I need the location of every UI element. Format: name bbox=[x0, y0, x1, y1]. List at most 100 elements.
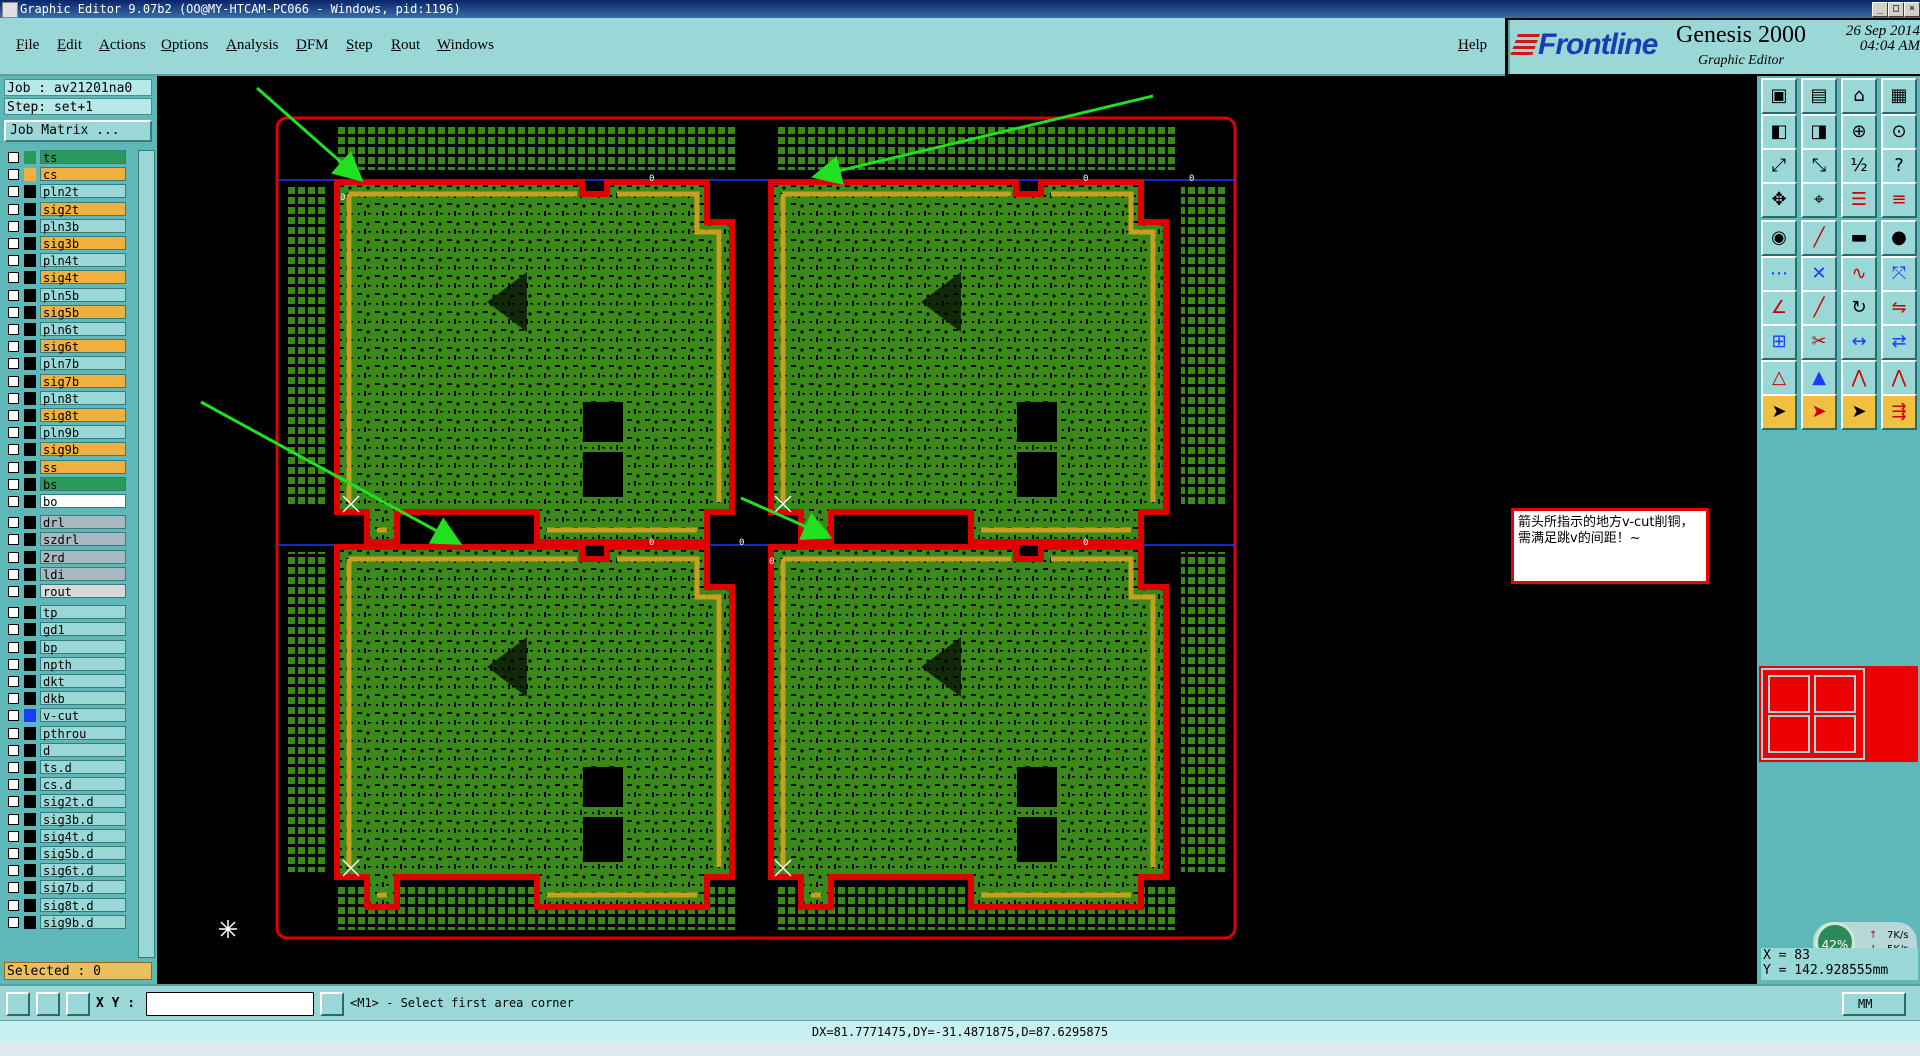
layer-name[interactable]: 2rd bbox=[40, 549, 126, 565]
layer-checkbox[interactable] bbox=[8, 899, 19, 911]
layer-name[interactable]: pln5b bbox=[40, 287, 126, 303]
layer-row[interactable]: 2rd bbox=[4, 549, 134, 565]
layer-row[interactable]: v-cut bbox=[4, 708, 134, 723]
layer-name[interactable]: pthrou bbox=[40, 725, 126, 741]
layer-name[interactable]: sig5b.d bbox=[40, 846, 126, 861]
layer-name[interactable]: npth bbox=[40, 656, 126, 672]
layers-icon[interactable]: ☰ bbox=[1841, 182, 1877, 218]
close-button[interactable]: × bbox=[1904, 2, 1920, 17]
pad-icon[interactable]: ◉ bbox=[1761, 220, 1797, 256]
select-arrow-box-icon[interactable]: ➤ bbox=[1801, 394, 1837, 430]
layer-checkbox[interactable] bbox=[8, 882, 19, 894]
layer-row[interactable]: pln3b bbox=[4, 218, 134, 234]
layer-row[interactable]: sig4t.d bbox=[4, 828, 134, 844]
distance-icon[interactable]: ↔ bbox=[1841, 324, 1877, 360]
layer-row[interactable]: d bbox=[4, 742, 134, 758]
layer-name[interactable]: dkb bbox=[40, 691, 126, 706]
layer-row[interactable]: szdrl bbox=[4, 532, 134, 547]
cross-icon[interactable]: ✕ bbox=[1801, 256, 1837, 292]
layer-name[interactable]: sig5b bbox=[40, 304, 126, 320]
layer-row[interactable]: sig6t.d bbox=[4, 863, 134, 878]
layer-row[interactable]: sig7b bbox=[4, 373, 134, 389]
layer-checkbox[interactable] bbox=[8, 255, 19, 267]
scale-icon[interactable]: ½ bbox=[1841, 148, 1877, 184]
line-draw-icon[interactable]: ╱ bbox=[1801, 220, 1837, 256]
layer-row[interactable]: sig5b.d bbox=[4, 846, 134, 861]
select-mode-icon[interactable] bbox=[6, 992, 30, 1016]
layer-row[interactable]: pln8t bbox=[4, 390, 134, 406]
layer-row[interactable]: bs bbox=[4, 476, 134, 492]
layer-row[interactable]: sig5b bbox=[4, 304, 134, 320]
snap-icon[interactable]: ⌖ bbox=[1801, 182, 1837, 218]
xy-input[interactable] bbox=[146, 992, 314, 1016]
peak-icon[interactable]: ⋀ bbox=[1841, 360, 1877, 396]
layer-row[interactable]: sig4t bbox=[4, 270, 134, 285]
layer-name[interactable]: d bbox=[40, 742, 126, 758]
menu-file[interactable]: File bbox=[16, 37, 39, 54]
layer-row[interactable]: ss bbox=[4, 459, 134, 475]
layer-checkbox[interactable] bbox=[8, 865, 19, 877]
layer-checkbox[interactable] bbox=[8, 916, 19, 928]
next-step-icon[interactable]: ◨ bbox=[1801, 114, 1837, 150]
layer-checkbox[interactable] bbox=[8, 341, 19, 353]
layer-row[interactable]: cs bbox=[4, 167, 134, 182]
layer-checkbox[interactable] bbox=[8, 658, 19, 670]
layer-name[interactable]: szdrl bbox=[40, 532, 126, 547]
layer-name[interactable]: sig9b bbox=[40, 442, 126, 457]
layer-name[interactable]: bo bbox=[40, 494, 126, 509]
layer-checkbox[interactable] bbox=[8, 169, 19, 181]
layer-row[interactable]: pln6t bbox=[4, 322, 134, 337]
layer-name[interactable]: ts.d bbox=[40, 760, 126, 775]
layer-row[interactable]: npth bbox=[4, 656, 134, 672]
measure-icon[interactable]: ▬ bbox=[1841, 220, 1877, 256]
layer-name[interactable]: sig6t bbox=[40, 339, 126, 354]
layer-name[interactable]: ss bbox=[40, 459, 126, 475]
cut-icon[interactable]: ✂ bbox=[1801, 324, 1837, 360]
help-icon[interactable]: ? bbox=[1881, 148, 1917, 184]
fit-icon[interactable]: ⤢ bbox=[1761, 148, 1797, 184]
select-arrow-icon[interactable]: ➤ bbox=[1761, 394, 1797, 430]
layer-name[interactable]: drl bbox=[40, 515, 126, 530]
layer-row[interactable]: pln2t bbox=[4, 184, 134, 199]
layer-row[interactable]: pln4t bbox=[4, 253, 134, 268]
layer-name[interactable]: sig9b.d bbox=[40, 914, 126, 930]
minimize-button[interactable]: _ bbox=[1872, 2, 1888, 17]
layer-name[interactable]: sig4t.d bbox=[40, 828, 126, 844]
layer-row[interactable]: drl bbox=[4, 515, 134, 530]
layer-row[interactable]: sig2t bbox=[4, 201, 134, 217]
grid-mode-icon[interactable] bbox=[66, 992, 90, 1016]
layer-name[interactable]: pln7b bbox=[40, 356, 126, 371]
layer-checkbox[interactable] bbox=[8, 496, 19, 507]
layer-checkbox[interactable] bbox=[8, 358, 19, 370]
fit-vertical-icon[interactable]: ⤡ bbox=[1801, 148, 1837, 184]
open-job-icon[interactable]: ▣ bbox=[1761, 78, 1797, 114]
circle-icon[interactable]: ● bbox=[1881, 220, 1917, 256]
flip-icon[interactable]: ⇋ bbox=[1881, 290, 1917, 326]
layer-name[interactable]: sig7b bbox=[40, 373, 126, 389]
node-icon[interactable]: ⋯ bbox=[1761, 256, 1797, 292]
layer-checkbox[interactable] bbox=[8, 427, 19, 439]
layer-scrollbar[interactable] bbox=[138, 150, 155, 958]
peak-bar-icon[interactable]: ⋀ bbox=[1881, 360, 1917, 396]
layer-checkbox[interactable] bbox=[8, 517, 19, 529]
layer-row[interactable]: sig8t bbox=[4, 408, 134, 423]
panel-thumbnail[interactable] bbox=[1759, 666, 1918, 762]
replace-icon[interactable]: ⇄ bbox=[1881, 324, 1917, 360]
layer-checkbox[interactable] bbox=[8, 375, 19, 387]
angle-icon[interactable]: ∠ bbox=[1761, 290, 1797, 326]
layer-checkbox[interactable] bbox=[8, 478, 19, 490]
layer-row[interactable]: rout bbox=[4, 584, 134, 599]
layer-name[interactable]: rout bbox=[40, 584, 126, 599]
grid-icon[interactable]: ▦ bbox=[1881, 78, 1917, 114]
connect-icon[interactable]: ∿ bbox=[1841, 256, 1877, 292]
menu-help[interactable]: Help bbox=[1458, 37, 1487, 54]
job-matrix-button[interactable]: Job Matrix ... bbox=[4, 120, 152, 142]
layer-checkbox[interactable] bbox=[8, 203, 19, 215]
layer-row[interactable]: gd1 bbox=[4, 622, 134, 637]
layer-name[interactable]: sig3b bbox=[40, 236, 126, 251]
layer-checkbox[interactable] bbox=[8, 152, 19, 163]
layer-checkbox[interactable] bbox=[8, 324, 19, 335]
menu-windows[interactable]: Windows bbox=[437, 37, 494, 54]
resize-icon[interactable]: ⊞ bbox=[1761, 324, 1797, 360]
layer-name[interactable]: pln9b bbox=[40, 425, 126, 440]
